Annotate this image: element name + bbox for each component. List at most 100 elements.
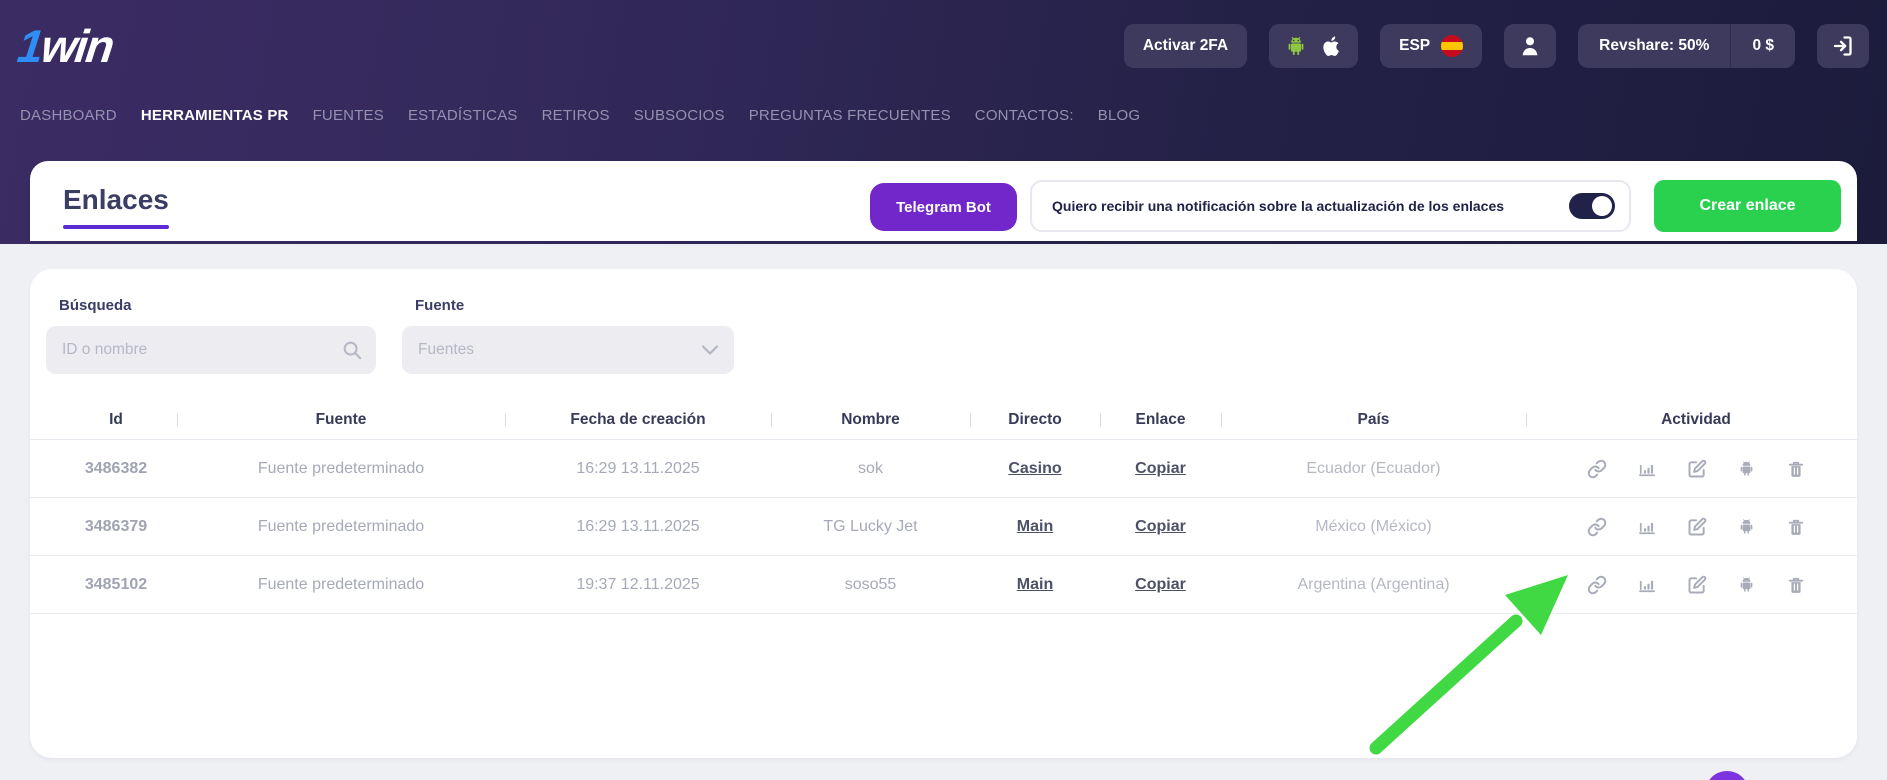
nav-item-dashboard[interactable]: DASHBOARD xyxy=(20,107,117,124)
account-summary: Revshare: 50% 0 $ xyxy=(1578,24,1795,68)
nav-item-contactos[interactable]: CONTACTOS: xyxy=(975,107,1074,124)
activity-actions xyxy=(1543,575,1849,595)
notification-toggle[interactable] xyxy=(1569,193,1615,219)
language-label: ESP xyxy=(1399,37,1430,55)
column-header-enlace: Enlace xyxy=(1100,411,1221,429)
stats-icon[interactable] xyxy=(1637,517,1657,537)
nav-item-estad-sticas[interactable]: ESTADÍSTICAS xyxy=(408,107,518,124)
activity-actions xyxy=(1543,517,1849,537)
logout-icon xyxy=(1831,34,1855,58)
cell-nombre: soso55 xyxy=(771,576,970,594)
create-link-button[interactable]: Crear enlace xyxy=(1654,180,1841,232)
toggle-knob xyxy=(1592,196,1612,216)
table-header: Id Fuente Fecha de creación Nombre Direc… xyxy=(30,400,1857,439)
logo[interactable]: 1win xyxy=(15,23,115,69)
source-select[interactable]: Fuentes xyxy=(402,326,734,374)
copy-link[interactable]: Copiar xyxy=(1135,460,1186,477)
main-nav: DASHBOARD HERRAMIENTAS PR FUENTES ESTADÍSTI… xyxy=(20,107,1140,124)
column-header-fuente: Fuente xyxy=(177,411,505,429)
table-body: 3486382 Fuente predeterminado 16:29 13.1… xyxy=(30,439,1857,614)
stats-icon[interactable] xyxy=(1637,575,1657,595)
profile-button[interactable] xyxy=(1504,24,1556,68)
android-icon xyxy=(1284,34,1308,58)
table-row: 3486379 Fuente predeterminado 16:29 13.1… xyxy=(30,497,1857,555)
edit-icon[interactable] xyxy=(1687,459,1707,479)
source-label: Fuente xyxy=(415,297,734,314)
nav-item-fuentes[interactable]: FUENTES xyxy=(313,107,384,124)
cell-pais: Argentina (Argentina) xyxy=(1221,576,1526,594)
search-input[interactable] xyxy=(46,326,376,374)
nav-item-subsocios[interactable]: SUBSOCIOS xyxy=(634,107,725,124)
topbar-actions: Activar 2FA xyxy=(1124,24,1869,68)
copy-link[interactable]: Copiar xyxy=(1135,576,1186,593)
link-icon[interactable] xyxy=(1587,459,1607,479)
directo-link[interactable]: Casino xyxy=(1008,460,1061,477)
nav-item-herramientas-pr[interactable]: HERRAMIENTAS PR xyxy=(141,107,289,124)
column-header-fecha: Fecha de creación xyxy=(505,411,771,429)
table-row: 3485102 Fuente predeterminado 19:37 12.1… xyxy=(30,555,1857,614)
nav-item-retiros[interactable]: RETIROS xyxy=(542,107,610,124)
cell-id: 3486379 xyxy=(55,518,177,536)
spain-flag-icon xyxy=(1441,35,1463,57)
links-header-card: Enlaces Telegram Bot Quiero recibir una … xyxy=(30,161,1857,241)
balance-badge: 0 $ xyxy=(1731,24,1795,68)
logout-button[interactable] xyxy=(1817,24,1869,68)
source-filter: Fuente Fuentes xyxy=(402,297,734,374)
table-row: 3486382 Fuente predeterminado 16:29 13.1… xyxy=(30,439,1857,497)
directo-link[interactable]: Main xyxy=(1017,576,1053,593)
page-title: Enlaces xyxy=(63,184,169,216)
search-filter: Búsqueda xyxy=(46,297,376,374)
delete-icon[interactable] xyxy=(1786,459,1806,479)
cell-fecha: 19:37 12.11.2025 xyxy=(505,576,771,594)
nav-item-preguntas-frecuentes[interactable]: PREGUNTAS FRECUENTES xyxy=(749,107,951,124)
logo-word: win xyxy=(38,20,115,72)
search-label: Búsqueda xyxy=(59,297,376,314)
chat-widget-bubble[interactable] xyxy=(1705,771,1749,780)
user-icon xyxy=(1517,33,1543,59)
links-table: Id Fuente Fecha de creación Nombre Direc… xyxy=(30,400,1857,614)
cell-id: 3486382 xyxy=(55,460,177,478)
apple-icon xyxy=(1320,35,1343,58)
mobile-apps-button[interactable] xyxy=(1269,24,1358,68)
cell-fuente: Fuente predeterminado xyxy=(177,460,505,478)
activate-2fa-button[interactable]: Activar 2FA xyxy=(1124,24,1247,68)
topbar: 1win Activar 2FA xyxy=(0,0,1887,92)
revshare-badge: Revshare: 50% xyxy=(1578,24,1730,68)
search-icon xyxy=(341,339,363,361)
android-row-icon[interactable] xyxy=(1737,575,1756,595)
link-icon[interactable] xyxy=(1587,517,1607,537)
title-underline xyxy=(63,225,169,229)
column-header-actividad: Actividad xyxy=(1661,411,1731,429)
page: 1win Activar 2FA xyxy=(0,0,1887,780)
chevron-down-icon xyxy=(701,344,719,356)
cell-nombre: sok xyxy=(771,460,970,478)
column-header-id: Id xyxy=(55,411,177,429)
cell-nombre: TG Lucky Jet xyxy=(771,518,970,536)
cell-pais: Ecuador (Ecuador) xyxy=(1221,460,1526,478)
link-icon[interactable] xyxy=(1587,575,1607,595)
column-header-directo: Directo xyxy=(970,411,1100,429)
activity-actions xyxy=(1543,459,1849,479)
cell-fuente: Fuente predeterminado xyxy=(177,576,505,594)
cell-fecha: 16:29 13.11.2025 xyxy=(505,518,771,536)
android-row-icon[interactable] xyxy=(1737,517,1756,537)
nav-item-blog[interactable]: BLOG xyxy=(1098,107,1140,124)
cell-fecha: 16:29 13.11.2025 xyxy=(505,460,771,478)
edit-icon[interactable] xyxy=(1687,575,1707,595)
links-table-card: Búsqueda Fuente Fuentes xyxy=(30,269,1857,758)
notification-setting: Quiero recibir una notificación sobre la… xyxy=(1030,180,1631,232)
telegram-bot-button[interactable]: Telegram Bot xyxy=(870,183,1017,231)
delete-icon[interactable] xyxy=(1786,575,1806,595)
delete-icon[interactable] xyxy=(1786,517,1806,537)
column-header-pais: País xyxy=(1221,411,1526,429)
android-row-icon[interactable] xyxy=(1737,459,1756,479)
edit-icon[interactable] xyxy=(1687,517,1707,537)
cell-pais: México (México) xyxy=(1221,518,1526,536)
cell-fuente: Fuente predeterminado xyxy=(177,518,505,536)
copy-link[interactable]: Copiar xyxy=(1135,518,1186,535)
stats-icon[interactable] xyxy=(1637,459,1657,479)
source-select-value: Fuentes xyxy=(418,341,474,359)
language-selector[interactable]: ESP xyxy=(1380,24,1482,68)
directo-link[interactable]: Main xyxy=(1017,518,1053,535)
cell-id: 3485102 xyxy=(55,576,177,594)
